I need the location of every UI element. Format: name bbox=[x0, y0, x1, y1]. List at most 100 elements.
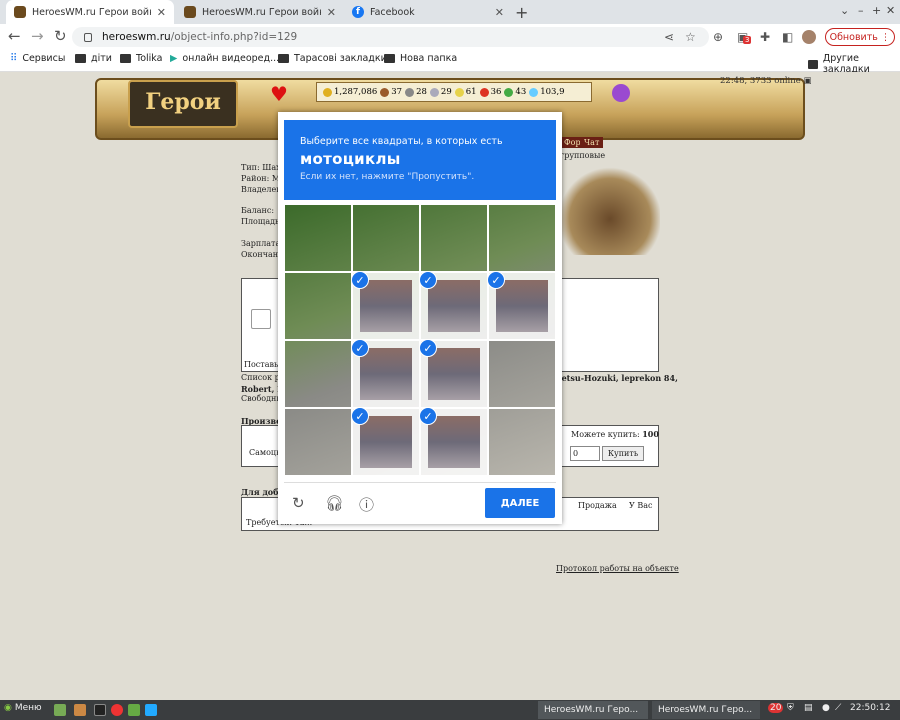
clock-text-tray[interactable]: 22:50:12 bbox=[850, 703, 890, 713]
bookmark-taras[interactable]: Тарасові закладки bbox=[278, 53, 387, 64]
puzzle-icon[interactable]: ✚ bbox=[760, 30, 770, 44]
captcha-tile[interactable] bbox=[284, 204, 352, 272]
notification-badge[interactable]: 20 bbox=[768, 703, 784, 713]
share-icon[interactable]: ⋖ bbox=[664, 30, 674, 44]
forward-icon[interactable]: → bbox=[31, 27, 44, 45]
extension-icon[interactable]: ▣3 bbox=[737, 30, 752, 44]
captcha-tile[interactable] bbox=[284, 272, 352, 340]
sidepanel-icon[interactable]: ◧ bbox=[782, 30, 793, 44]
captcha-tile[interactable]: ✓ bbox=[419, 339, 488, 408]
folder-icon bbox=[75, 54, 86, 63]
captcha-tile[interactable] bbox=[488, 204, 556, 272]
tile-check-icon: ✓ bbox=[351, 271, 369, 289]
maximize-icon[interactable]: + bbox=[872, 4, 881, 17]
folder-icon bbox=[808, 59, 818, 69]
captcha-tile[interactable]: ✓ bbox=[419, 407, 488, 476]
reload-icon[interactable]: ↻ bbox=[54, 27, 67, 45]
taskbar-window-1[interactable]: HeroesWM.ru Геро... bbox=[538, 701, 648, 719]
gold-icon bbox=[323, 87, 332, 97]
can-buy-value: 100 bbox=[642, 429, 659, 439]
tab-facebook[interactable]: f Facebook ✕ bbox=[344, 0, 512, 24]
captcha-tile[interactable] bbox=[488, 340, 556, 408]
clock-text: 22:48, 3733 online bbox=[720, 76, 801, 86]
ore-icon bbox=[405, 87, 415, 97]
mine-image bbox=[560, 165, 660, 255]
firefox-icon[interactable] bbox=[74, 704, 86, 716]
captcha-tile[interactable] bbox=[284, 408, 352, 476]
group-label: групповые bbox=[560, 151, 606, 160]
captcha-tile[interactable]: ✓ bbox=[419, 271, 488, 340]
new-tab-icon[interactable]: + bbox=[515, 3, 528, 22]
info-icon[interactable]: ⓘ bbox=[359, 494, 374, 515]
captcha-tile[interactable]: ✓ bbox=[351, 339, 420, 408]
tile-check-icon: ✓ bbox=[351, 407, 369, 425]
files-icon[interactable] bbox=[128, 704, 140, 716]
avatar[interactable] bbox=[802, 30, 816, 44]
bookmark-children[interactable]: діти bbox=[75, 53, 112, 64]
close-tab-icon[interactable]: ✕ bbox=[157, 6, 166, 19]
bookmark-new-folder[interactable]: Нова папка bbox=[384, 53, 457, 64]
info-district: Район: Mi bbox=[241, 174, 283, 183]
back-icon[interactable]: ← bbox=[8, 27, 21, 45]
gem-row-label: Самоцв bbox=[249, 448, 281, 457]
captcha-tile[interactable] bbox=[284, 340, 352, 408]
wood-resource: 37 bbox=[380, 87, 402, 97]
chrome-icon[interactable] bbox=[111, 704, 123, 716]
tab-heroeswm-1[interactable]: HeroesWM.ru Герои войны и ✕ bbox=[6, 0, 174, 24]
terminal-icon[interactable] bbox=[94, 704, 106, 716]
close-tab-icon[interactable]: ✕ bbox=[327, 6, 336, 19]
close-window-icon[interactable]: ✕ bbox=[886, 4, 895, 17]
bookmark-label: онлайн видеоред... bbox=[182, 53, 280, 64]
update-button[interactable]: Обновить ⋮ bbox=[825, 28, 895, 46]
protocol-link[interactable]: Протокол работы на объекте bbox=[556, 564, 679, 573]
taskbar-window-2[interactable]: HeroesWM.ru Геро... bbox=[652, 701, 760, 719]
network-icon[interactable]: ⟋ bbox=[835, 703, 841, 713]
col-sale: Продажа bbox=[578, 501, 617, 510]
start-menu[interactable]: ◉ Меню bbox=[4, 703, 42, 713]
address-bar[interactable]: heroeswm.ru/object-info.php?id=129 bbox=[72, 27, 709, 47]
captcha-tile[interactable] bbox=[420, 204, 488, 272]
folder-icon bbox=[120, 54, 131, 63]
work-checkbox[interactable] bbox=[251, 309, 271, 329]
show-desktop-icon[interactable] bbox=[54, 704, 66, 716]
captcha-tile[interactable]: ✓ bbox=[487, 271, 556, 340]
diamond-icon bbox=[529, 87, 539, 97]
quantity-input[interactable]: 0 bbox=[570, 446, 600, 461]
flag-icon[interactable]: ▤ bbox=[804, 703, 813, 713]
translate-icon[interactable]: ⊕ bbox=[713, 30, 723, 44]
captcha-tile[interactable] bbox=[352, 204, 420, 272]
bookmark-label: Нова папка bbox=[400, 53, 458, 64]
user-icon[interactable]: ● bbox=[822, 703, 830, 713]
tile-check-icon: ✓ bbox=[419, 407, 437, 425]
skype-icon[interactable] bbox=[145, 704, 157, 716]
next-button[interactable]: ДАЛЕЕ bbox=[485, 488, 555, 518]
bookmark-video-editor[interactable]: ▶ онлайн видеоред... bbox=[170, 53, 279, 64]
facebook-favicon-icon: f bbox=[352, 6, 364, 18]
minimize-icon[interactable]: – bbox=[858, 4, 864, 17]
star-icon[interactable]: ☆ bbox=[685, 30, 696, 44]
tab-search-icon[interactable]: ⌄ bbox=[840, 4, 849, 17]
captcha-tile[interactable]: ✓ bbox=[351, 407, 420, 476]
captcha-instruction: Выберите все квадраты, в которых есть bbox=[300, 136, 503, 147]
bookmark-services[interactable]: ⠿ Сервисы bbox=[10, 53, 65, 64]
task-label: HeroesWM.ru Геро... bbox=[544, 705, 639, 715]
nav-chat[interactable]: Чат bbox=[580, 137, 604, 148]
gems-resource: 43 bbox=[504, 87, 526, 97]
audio-challenge-icon[interactable]: 🎧︎ bbox=[325, 494, 344, 512]
buy-button[interactable]: Купить bbox=[602, 446, 644, 461]
captcha-tile[interactable]: ✓ bbox=[351, 271, 420, 340]
bookmark-tolika[interactable]: Tolika bbox=[120, 53, 162, 64]
tab-heroeswm-2[interactable]: HeroesWM.ru Герои войны и ✕ bbox=[176, 0, 344, 24]
tile-check-icon: ✓ bbox=[419, 271, 437, 289]
heart-icon[interactable]: ♥ bbox=[270, 82, 288, 106]
close-tab-icon[interactable]: ✕ bbox=[495, 6, 504, 19]
reload-challenge-icon[interactable]: ↻ bbox=[292, 494, 305, 512]
captcha-tile[interactable] bbox=[488, 408, 556, 476]
potion-icon[interactable] bbox=[612, 84, 630, 102]
game-logo[interactable]: Герои bbox=[128, 80, 238, 128]
shield-icon[interactable]: ⛨ bbox=[787, 703, 794, 713]
tab-title: Facebook bbox=[370, 6, 415, 18]
gems-icon bbox=[504, 87, 514, 97]
gold-resource: 1,287,086 bbox=[323, 87, 377, 97]
info-salary: Зарплата: bbox=[241, 239, 283, 248]
